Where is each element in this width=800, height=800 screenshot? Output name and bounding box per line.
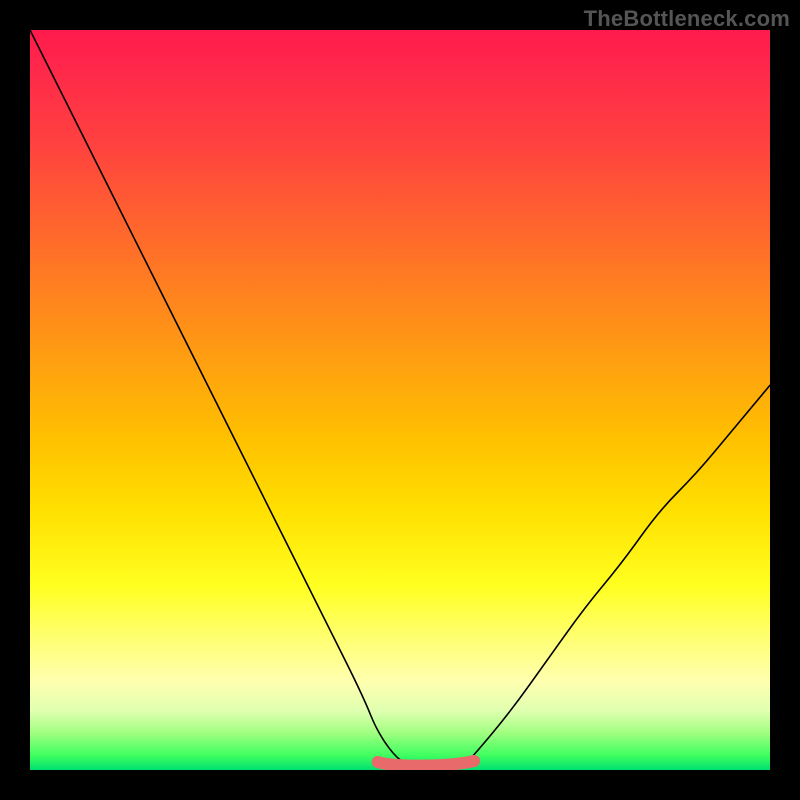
plot-area bbox=[30, 30, 770, 770]
optimal-end-dot bbox=[468, 755, 480, 767]
optimal-band bbox=[378, 761, 474, 766]
optimal-start-dot bbox=[372, 756, 384, 768]
bottleneck-chart: TheBottleneck.com bbox=[0, 0, 800, 800]
bottleneck-curve bbox=[30, 30, 770, 770]
watermark-text: TheBottleneck.com bbox=[584, 6, 790, 32]
curve-svg bbox=[30, 30, 770, 770]
